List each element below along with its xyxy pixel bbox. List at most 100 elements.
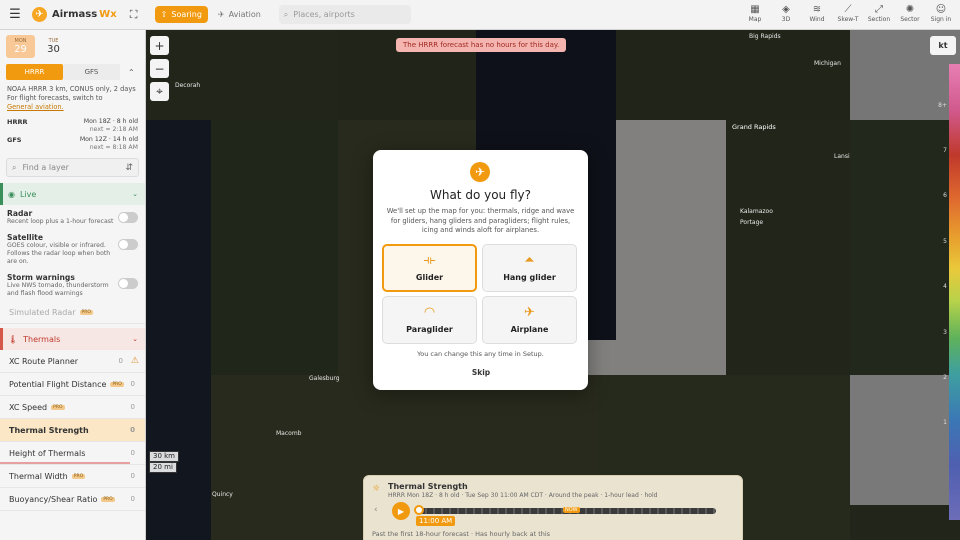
option-label: Paraglider <box>406 325 453 334</box>
model-hrrr-button[interactable]: HRRR <box>6 64 63 80</box>
app-root: ☰ ✈ Airmass Wx ⛶ ⇧ Soaring ✈ Aviation ⌕ … <box>0 0 960 540</box>
nav-sign-in[interactable]: ☺ Sign in <box>928 3 954 23</box>
nav-skewt-label: Skew-T <box>837 16 859 23</box>
layer-label: XC Route Planner <box>9 356 79 366</box>
top-bar: ☰ ✈ Airmass Wx ⛶ ⇧ Soaring ✈ Aviation ⌕ … <box>0 0 960 30</box>
model-gfs-button[interactable]: GFS <box>63 64 120 80</box>
layer-thermal-strength[interactable]: Thermal Strength 0 <box>0 419 145 442</box>
option-label: Airplane <box>510 325 549 334</box>
layer-value: 0 <box>130 403 135 411</box>
time-label: 11:00 AM <box>416 516 456 526</box>
layer-label: Height of Thermals <box>9 448 86 458</box>
play-icon: ▶ <box>397 506 405 516</box>
layer-label: Potential Flight Distance <box>9 379 107 389</box>
city-label: Portage <box>740 219 764 226</box>
layer-storm-warnings[interactable]: Storm warnings Live NWS tornado, thunder… <box>0 269 145 301</box>
nav-section[interactable]: ⤢ Section <box>866 3 892 23</box>
chevron-up-icon[interactable]: ⌃ <box>128 68 135 77</box>
chevron-left-icon[interactable]: ‹ <box>374 505 378 515</box>
search-icon: ⌕ <box>12 162 17 172</box>
layer-desc: Recent loop plus a 1-hour forecast <box>7 218 114 225</box>
tab-aviation[interactable]: ✈ Aviation <box>212 6 267 23</box>
nav-sign-in-label: Sign in <box>930 16 952 23</box>
city-label: Macomb <box>276 430 302 437</box>
layer-potential-flight-distance[interactable]: Potential Flight Distance PRO 0 <box>0 373 145 396</box>
section-live[interactable]: ◉ Live ⌄ <box>0 183 145 205</box>
hamburger-icon[interactable]: ☰ <box>0 0 30 30</box>
city-label: Michigan <box>814 60 841 67</box>
search-input[interactable]: ⌕ Places, airports <box>278 5 411 24</box>
option-hang-glider[interactable]: ⏶ Hang glider <box>482 244 577 292</box>
timeline-handle[interactable] <box>414 505 424 515</box>
layer-xc-route-planner[interactable]: XC Route Planner 0 ⚠ <box>0 350 145 373</box>
layer-simulated-radar[interactable]: Simulated Radar PRO <box>0 301 145 324</box>
city-label: Lansi <box>834 153 850 160</box>
layer-label: Buoyancy/Shear Ratio <box>9 494 98 504</box>
live-icon: ◉ <box>8 189 15 199</box>
skip-button[interactable]: Skip <box>461 368 501 377</box>
paraglider-icon: ◠ <box>423 305 436 320</box>
layer-label: Thermal Width <box>9 471 68 481</box>
zoom-in-button[interactable]: + <box>150 36 169 55</box>
user-icon: ☺ <box>935 4 947 15</box>
layer-value: 0 <box>118 357 123 365</box>
nav-skewt[interactable]: ⟋ Skew-T <box>835 3 861 23</box>
brand-icon: ✈ <box>470 162 490 182</box>
unit-button[interactable]: kt <box>930 36 956 55</box>
timeline-panel: ☼ Thermal Strength HRRR Mon 18Z · 8 h ol… <box>363 475 743 540</box>
satellite-toggle[interactable] <box>118 239 138 250</box>
timeline-title: Thermal Strength <box>388 482 468 491</box>
layer-value: 0 <box>130 449 135 457</box>
top-nav: ▦ Map ◈ 3D ≋ Wind ⟋ Skew-T ⤢ Section ✺ Sector … <box>742 3 954 23</box>
locate-icon[interactable]: ⌖ <box>150 82 169 101</box>
model-info-text: NOAA HRRR 3 km, CONUS only, 2 days <box>7 85 136 93</box>
layer-search-input[interactable]: ⌕ Find a layer ⇵ <box>6 158 139 177</box>
chevron-down-icon: ⌄ <box>132 190 138 198</box>
option-label: Hang glider <box>503 273 556 282</box>
layer-thermal-width[interactable]: Thermal Width PRO 0 <box>0 465 145 488</box>
nav-3d[interactable]: ◈ 3D <box>773 3 799 23</box>
nav-map-label: Map <box>748 16 762 23</box>
brand-logo[interactable]: ✈ Airmass Wx <box>32 7 117 22</box>
layer-xc-speed[interactable]: XC Speed PRO 0 <box>0 396 145 419</box>
zoom-out-button[interactable]: − <box>150 59 169 78</box>
section-thermals[interactable]: 🌡 Thermals ⌄ <box>0 328 145 350</box>
map-icon: ▦ <box>750 4 760 15</box>
layer-radar[interactable]: Radar Recent loop plus a 1-hour forecast <box>0 205 145 229</box>
tab-soaring-label: Soaring <box>171 10 202 19</box>
skewt-icon: ⟋ <box>844 4 852 15</box>
option-airplane[interactable]: ✈ Airplane <box>482 296 577 344</box>
legend-label: 1 <box>943 419 947 426</box>
layer-value: 0 <box>130 426 135 434</box>
storm-warnings-toggle[interactable] <box>118 278 138 289</box>
layer-value: 0 <box>130 380 135 388</box>
general-aviation-link[interactable]: General aviation. <box>7 103 64 111</box>
option-paraglider[interactable]: ◠ Paraglider <box>382 296 477 344</box>
layer-label: Thermal Strength <box>9 425 89 435</box>
nav-sector[interactable]: ✺ Sector <box>897 3 923 23</box>
layer-satellite[interactable]: Satellite GOES colour, visible or infrar… <box>0 229 145 269</box>
hang-glider-icon: ⏶ <box>524 253 535 268</box>
layer-buoyancy-shear-ratio[interactable]: Buoyancy/Shear Ratio PRO 0 <box>0 488 145 511</box>
collapse-icon[interactable]: ⇵ <box>125 163 133 173</box>
run-name: GFS <box>7 136 22 144</box>
nav-wind[interactable]: ≋ Wind <box>804 3 830 23</box>
layer-height-of-thermals[interactable]: Height of Thermals 0 <box>0 442 145 465</box>
fullscreen-icon[interactable]: ⛶ <box>127 8 141 22</box>
option-glider[interactable]: ⟛ Glider <box>382 244 477 292</box>
city-label: Kalamazoo <box>740 208 773 215</box>
layer-value: 0 <box>130 495 135 503</box>
radar-toggle[interactable] <box>118 212 138 223</box>
brand-suffix: Wx <box>99 9 117 20</box>
tab-soaring[interactable]: ⇧ Soaring <box>154 6 208 23</box>
sidebar: MON 29 TUE 30 HRRR GFS ⌃ NOAA HRRR 3 km,… <box>0 30 146 540</box>
nav-map[interactable]: ▦ Map <box>742 3 768 23</box>
now-badge: NOW <box>563 507 580 513</box>
city-label: Decorah <box>175 82 201 89</box>
date-chip-mon[interactable]: MON 29 <box>6 35 35 58</box>
layer-label: XC Speed <box>9 402 48 412</box>
date-chip-tue[interactable]: TUE 30 <box>39 35 68 58</box>
play-button[interactable]: ▶ <box>392 502 410 520</box>
model-info-text2: For flight forecasts, switch to <box>7 94 103 102</box>
section-live-label: Live <box>19 189 37 199</box>
